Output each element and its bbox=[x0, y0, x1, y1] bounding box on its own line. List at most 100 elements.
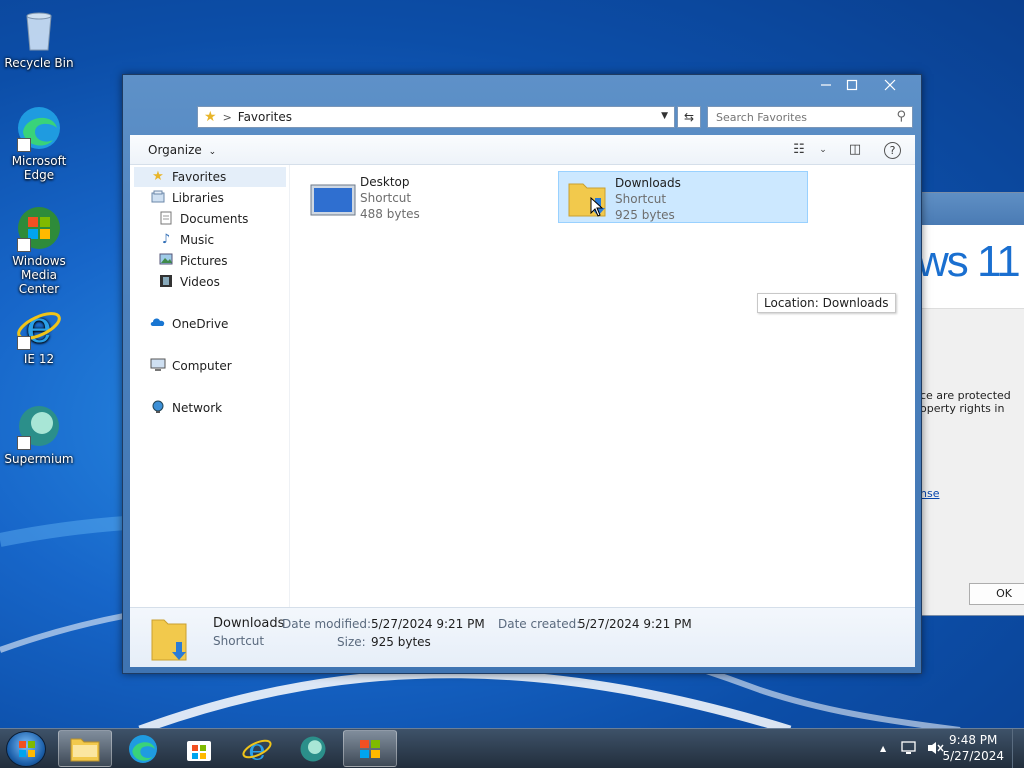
show-desktop-button[interactable] bbox=[1012, 729, 1024, 768]
file-explorer-icon bbox=[70, 738, 100, 761]
windows-logo-icon bbox=[360, 739, 380, 758]
dialog-title-bar bbox=[917, 193, 1024, 225]
search-input[interactable] bbox=[716, 107, 886, 127]
computer-icon bbox=[150, 358, 166, 374]
desktop-icon-recycle-bin[interactable]: Recycle Bin bbox=[0, 6, 79, 70]
content-area: ★ Favorites Libraries Documents ♪ Music … bbox=[130, 165, 915, 607]
onedrive-icon bbox=[150, 316, 166, 332]
windows-logo-icon bbox=[19, 741, 35, 757]
desktop-icon-media-center[interactable]: Windows Media Center bbox=[0, 204, 79, 296]
background-dialog: ws 11 ce are protected operty rights in … bbox=[916, 192, 1024, 616]
ie-icon: e bbox=[242, 733, 272, 765]
details-pane: Downloads Shortcut Date modified: 5/27/2… bbox=[130, 607, 915, 667]
refresh-icon: ⇆ bbox=[683, 110, 695, 124]
clock-date: 5/27/2024 bbox=[942, 749, 1004, 763]
maximize-icon bbox=[846, 79, 858, 91]
search-icon: ⚲ bbox=[896, 109, 906, 124]
organize-button[interactable]: Organize ⌄ bbox=[148, 143, 216, 157]
edge-icon bbox=[15, 104, 63, 152]
nav-item-computer[interactable]: Computer bbox=[150, 356, 232, 376]
nav-item-favorites[interactable]: ★ Favorites bbox=[134, 167, 286, 187]
supermium-icon bbox=[300, 736, 326, 761]
size-label: Size: bbox=[337, 635, 366, 649]
clock-time: 9:48 PM bbox=[949, 733, 998, 747]
details-name: Downloads bbox=[213, 616, 285, 631]
close-icon bbox=[884, 79, 896, 91]
edge-icon bbox=[129, 734, 157, 763]
ok-button[interactable]: OK bbox=[969, 583, 1024, 605]
downloads-folder-icon bbox=[565, 178, 611, 220]
start-button[interactable] bbox=[6, 731, 46, 767]
file-list: Desktop Shortcut 488 bytes Downloads Sho… bbox=[290, 165, 915, 607]
explorer-window: ★ > Favorites ▼ ⇆ ⚲ Organize ⌄ ☷ ⌄ ◫ ? ★ bbox=[122, 74, 922, 674]
taskbar-supermium[interactable] bbox=[286, 730, 340, 767]
show-hidden-icons-button[interactable]: ▲ bbox=[880, 744, 886, 753]
dialog-license-link[interactable]: nse bbox=[920, 487, 939, 500]
preview-pane-icon: ◫ bbox=[848, 142, 862, 157]
preview-pane-button[interactable]: ◫ bbox=[844, 140, 866, 160]
chevron-down-icon: ⌄ bbox=[208, 147, 217, 157]
documents-icon bbox=[158, 211, 174, 227]
search-box[interactable]: ⚲ bbox=[707, 106, 913, 128]
dialog-body-text: ce are protected operty rights in bbox=[920, 389, 1011, 415]
minimize-icon bbox=[821, 84, 831, 86]
view-dropdown-button[interactable]: ⌄ bbox=[812, 140, 834, 160]
shortcut-arrow-icon bbox=[17, 238, 31, 252]
nav-item-onedrive[interactable]: OneDrive bbox=[150, 314, 228, 334]
store-icon bbox=[187, 740, 211, 761]
navigation-pane: ★ Favorites Libraries Documents ♪ Music … bbox=[130, 165, 290, 607]
maximize-button[interactable] bbox=[835, 77, 869, 97]
breadcrumb-favorites[interactable]: Favorites bbox=[238, 110, 292, 124]
mouse-cursor-icon bbox=[590, 197, 604, 217]
volume-muted-icon[interactable] bbox=[926, 740, 944, 759]
size-value: 925 bytes bbox=[371, 635, 431, 649]
refresh-button[interactable]: ⇆ bbox=[677, 106, 701, 128]
taskbar-edge[interactable] bbox=[116, 730, 170, 767]
date-created-label: Date created: bbox=[498, 617, 581, 631]
view-list-icon: ☷ bbox=[793, 142, 805, 157]
supermium-icon bbox=[15, 402, 63, 450]
desktop-icon-ie[interactable]: e IE 12 bbox=[0, 302, 79, 366]
date-modified-label: Date modified: bbox=[282, 617, 372, 631]
nav-item-pictures[interactable]: Pictures bbox=[158, 251, 228, 271]
taskbar-explorer[interactable] bbox=[58, 730, 112, 767]
nav-item-music[interactable]: ♪ Music bbox=[158, 230, 214, 250]
taskbar-windows-app[interactable] bbox=[343, 730, 397, 767]
shortcut-arrow-icon bbox=[17, 138, 31, 152]
media-center-icon bbox=[15, 204, 63, 252]
taskbar-store[interactable] bbox=[172, 730, 226, 767]
view-options-button[interactable]: ☷ bbox=[788, 140, 810, 160]
help-button[interactable]: ? bbox=[884, 142, 901, 159]
desktop-icon-supermium[interactable]: Supermium bbox=[0, 402, 79, 466]
taskbar: e ▲ 9:48 PM 5/27/2024 bbox=[0, 728, 1024, 768]
recycle-bin-icon bbox=[15, 6, 63, 54]
svg-text:e: e bbox=[248, 733, 265, 765]
close-button[interactable] bbox=[873, 77, 907, 97]
music-icon: ♪ bbox=[161, 232, 171, 247]
date-modified-value: 5/27/2024 9:21 PM bbox=[371, 617, 485, 631]
nav-item-libraries[interactable]: Libraries bbox=[150, 188, 224, 208]
date-created-value: 5/27/2024 9:21 PM bbox=[578, 617, 692, 631]
pictures-icon bbox=[158, 253, 174, 269]
file-item-desktop[interactable]: Desktop Shortcut 488 bytes bbox=[304, 171, 554, 223]
command-bar: Organize ⌄ ☷ ⌄ ◫ ? bbox=[130, 135, 915, 165]
downloads-folder-icon bbox=[150, 614, 190, 667]
address-bar[interactable]: ★ > Favorites ▼ bbox=[197, 106, 675, 128]
dialog-banner: ws 11 bbox=[917, 225, 1024, 309]
star-icon: ★ bbox=[204, 109, 217, 125]
help-icon: ? bbox=[889, 144, 896, 157]
breadcrumb-separator: > bbox=[222, 110, 232, 124]
system-clock[interactable]: 9:48 PM 5/27/2024 bbox=[942, 732, 1004, 764]
network-icon bbox=[150, 400, 166, 416]
nav-item-network[interactable]: Network bbox=[150, 398, 222, 418]
chevron-down-icon: ⌄ bbox=[819, 145, 827, 155]
star-icon: ★ bbox=[152, 169, 164, 184]
chevron-down-icon[interactable]: ▼ bbox=[661, 111, 668, 121]
nav-item-documents[interactable]: Documents bbox=[158, 209, 248, 229]
location-tooltip: Location: Downloads bbox=[757, 293, 896, 313]
dialog-banner-text: ws 11 bbox=[917, 237, 1021, 286]
taskbar-ie[interactable]: e bbox=[230, 730, 284, 767]
desktop-icon-edge[interactable]: Microsoft Edge bbox=[0, 104, 79, 182]
nav-item-videos[interactable]: Videos bbox=[158, 272, 220, 292]
network-tray-icon[interactable] bbox=[900, 739, 918, 760]
